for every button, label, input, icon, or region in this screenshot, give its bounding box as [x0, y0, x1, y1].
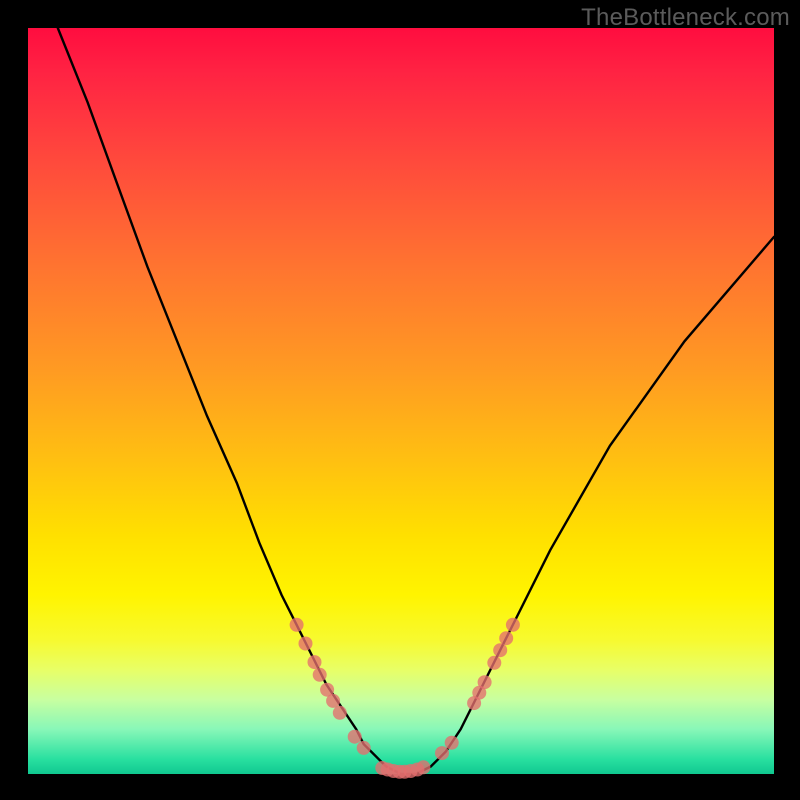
sample-dots	[290, 618, 520, 779]
sample-dot	[313, 668, 327, 682]
curve-svg	[28, 28, 774, 774]
sample-dot	[493, 643, 507, 657]
sample-dot	[499, 631, 513, 645]
sample-dot	[357, 741, 371, 755]
sample-dot	[326, 694, 340, 708]
sample-dot	[348, 730, 362, 744]
sample-dot	[416, 760, 430, 774]
sample-dot	[333, 706, 347, 720]
sample-dot	[299, 637, 313, 651]
sample-dot	[445, 736, 459, 750]
chart-frame: TheBottleneck.com	[0, 0, 800, 800]
sample-dot	[478, 675, 492, 689]
sample-dot	[290, 618, 304, 632]
sample-dot	[506, 618, 520, 632]
sample-dot	[435, 746, 449, 760]
bottleneck-curve	[58, 28, 774, 774]
sample-dot	[487, 656, 501, 670]
plot-area	[28, 28, 774, 774]
sample-dot	[308, 655, 322, 669]
